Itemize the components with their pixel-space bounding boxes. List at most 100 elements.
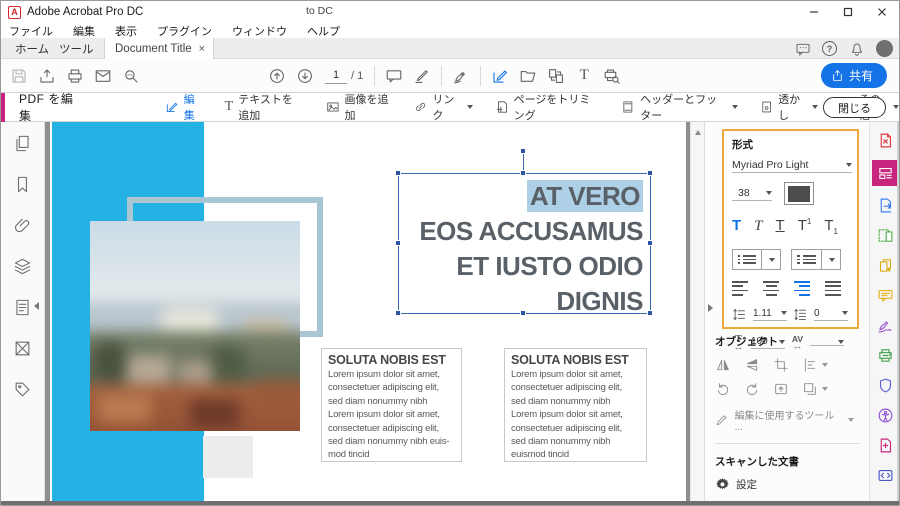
print-production-icon[interactable] xyxy=(598,63,626,89)
align-center-button[interactable] xyxy=(763,281,779,296)
maximize-button[interactable] xyxy=(831,1,865,23)
combine-files-icon[interactable] xyxy=(872,255,899,276)
feedback-icon[interactable] xyxy=(794,40,811,57)
help-icon[interactable]: ? xyxy=(822,41,837,56)
print-icon[interactable] xyxy=(61,63,89,89)
font-size-select[interactable]: 38 xyxy=(732,187,772,201)
font-family-select[interactable]: Myriad Pro Light xyxy=(732,159,852,173)
numbered-list-caret[interactable] xyxy=(821,250,840,269)
underline-button[interactable]: T xyxy=(776,218,785,234)
menu-file[interactable]: ファイル xyxy=(9,23,53,39)
selection-handle-n[interactable] xyxy=(520,170,526,176)
selection-handle-w[interactable] xyxy=(395,240,401,246)
javascript-tool-icon[interactable] xyxy=(872,465,899,486)
notifications-bell-icon[interactable] xyxy=(848,40,865,57)
numbered-list-control[interactable] xyxy=(791,249,841,270)
attachments-icon[interactable] xyxy=(13,216,32,240)
bullet-list-icon[interactable] xyxy=(733,255,761,264)
highlighted-text[interactable]: AT VERO xyxy=(527,180,643,212)
crop-object-icon[interactable] xyxy=(773,357,789,373)
add-image-button[interactable]: 画像を追加 xyxy=(326,91,392,123)
vertical-scrollbar[interactable] xyxy=(690,122,704,501)
link-button[interactable]: リンク xyxy=(414,91,473,123)
share-button[interactable]: 共有 xyxy=(821,63,887,88)
heading-line[interactable]: EOS ACCUSAMUS xyxy=(399,214,643,249)
upload-icon[interactable] xyxy=(33,63,61,89)
convert-files-icon[interactable] xyxy=(542,63,570,89)
add-text-tool-icon[interactable]: T xyxy=(570,63,598,89)
selection-handle-nw[interactable] xyxy=(395,170,401,176)
rotation-handle[interactable] xyxy=(520,148,526,154)
export-pdf-icon[interactable] xyxy=(872,195,899,216)
menu-edit[interactable]: 編集 xyxy=(73,23,95,39)
edit-pdf-selected-icon[interactable] xyxy=(872,160,899,186)
align-right-button[interactable] xyxy=(794,281,810,296)
font-color-picker[interactable] xyxy=(784,182,814,205)
add-text-button[interactable]: T テキストを追加 xyxy=(225,91,304,123)
selected-text-block[interactable]: AT VERO EOS ACCUSAMUS ET IUSTO ODIO DIGN… xyxy=(398,173,651,314)
comment-tool-icon[interactable] xyxy=(872,285,899,306)
watermark-button[interactable]: 透かし xyxy=(760,91,819,123)
previous-page-icon[interactable] xyxy=(263,63,291,89)
highlight-icon[interactable] xyxy=(408,63,436,89)
heading-line[interactable]: ET IUSTO ODIO xyxy=(399,249,643,284)
bold-button[interactable]: T xyxy=(732,218,741,234)
text-column-left[interactable]: SOLUTA NOBIS EST Lorem ipsum dolor sit a… xyxy=(321,348,462,462)
align-justify-button[interactable] xyxy=(825,281,841,296)
scan-ocr-icon[interactable] xyxy=(872,345,899,366)
gray-design-rect[interactable] xyxy=(203,436,253,478)
tab-document[interactable]: Document Title × xyxy=(104,38,214,59)
tab-home[interactable]: ホーム xyxy=(15,38,49,59)
subscript-button[interactable]: T1 xyxy=(824,218,838,240)
selection-handle-sw[interactable] xyxy=(395,310,401,316)
header-footer-button[interactable]: ヘッダーとフッター xyxy=(621,91,737,123)
close-tool-button[interactable]: 閉じる xyxy=(823,97,886,118)
tags-icon[interactable] xyxy=(13,380,32,404)
optimize-pdf-icon[interactable] xyxy=(872,435,899,456)
expand-panel-arrow[interactable] xyxy=(708,304,713,312)
selection-handle-s[interactable] xyxy=(520,310,526,316)
edit-mode-button[interactable]: 編集 xyxy=(165,91,203,123)
replace-image-icon[interactable] xyxy=(773,381,789,397)
selection-handle-e[interactable] xyxy=(647,240,653,246)
italic-button[interactable]: T xyxy=(754,218,762,234)
close-tab-icon[interactable]: × xyxy=(193,43,213,55)
comment-icon[interactable] xyxy=(380,63,408,89)
user-avatar[interactable] xyxy=(876,40,893,57)
menu-help[interactable]: ヘルプ xyxy=(307,23,340,39)
text-column-right[interactable]: SOLUTA NOBIS EST Lorem ipsum dolor sit a… xyxy=(504,348,647,462)
selection-handle-se[interactable] xyxy=(647,310,653,316)
tab-tools[interactable]: ツール xyxy=(59,38,94,59)
crop-pages-button[interactable]: ページをトリミング xyxy=(495,91,600,123)
create-pdf-icon[interactable] xyxy=(872,130,899,151)
flip-vertical-icon[interactable] xyxy=(744,357,760,373)
flip-horizontal-icon[interactable] xyxy=(715,357,731,373)
protect-icon[interactable] xyxy=(872,375,899,396)
content-icon[interactable] xyxy=(13,298,32,322)
fill-sign-icon[interactable] xyxy=(872,315,899,336)
email-icon[interactable] xyxy=(89,63,117,89)
pdf-page[interactable]: AT VERO EOS ACCUSAMUS ET IUSTO ODIO DIGN… xyxy=(50,122,686,501)
line-spacing-select[interactable]: 1.11 xyxy=(753,308,787,321)
menu-view[interactable]: 表示 xyxy=(115,23,137,39)
minimize-button[interactable] xyxy=(797,1,831,23)
bullet-list-control[interactable] xyxy=(732,249,781,270)
scan-settings-button[interactable]: 設定 xyxy=(715,477,860,492)
save-icon[interactable] xyxy=(5,63,33,89)
layers-icon[interactable] xyxy=(13,257,32,281)
page-number-input[interactable] xyxy=(325,67,347,84)
paragraph-spacing-select[interactable]: 0 xyxy=(814,308,848,321)
accessibility-icon[interactable] xyxy=(872,405,899,426)
bookmarks-icon[interactable] xyxy=(13,175,32,199)
sign-pen-icon[interactable] xyxy=(447,63,475,89)
destinations-icon[interactable] xyxy=(13,339,32,363)
collapse-left-rail-arrow[interactable] xyxy=(34,302,39,310)
scroll-up-arrow[interactable] xyxy=(695,130,701,135)
arrange-objects-dropdown[interactable] xyxy=(802,381,828,397)
organize-pages-icon[interactable] xyxy=(872,225,899,246)
close-window-button[interactable] xyxy=(865,1,899,23)
numbered-list-icon[interactable] xyxy=(792,255,821,264)
align-left-button[interactable] xyxy=(732,281,748,296)
document-photo[interactable] xyxy=(90,221,300,431)
next-page-icon[interactable] xyxy=(291,63,319,89)
